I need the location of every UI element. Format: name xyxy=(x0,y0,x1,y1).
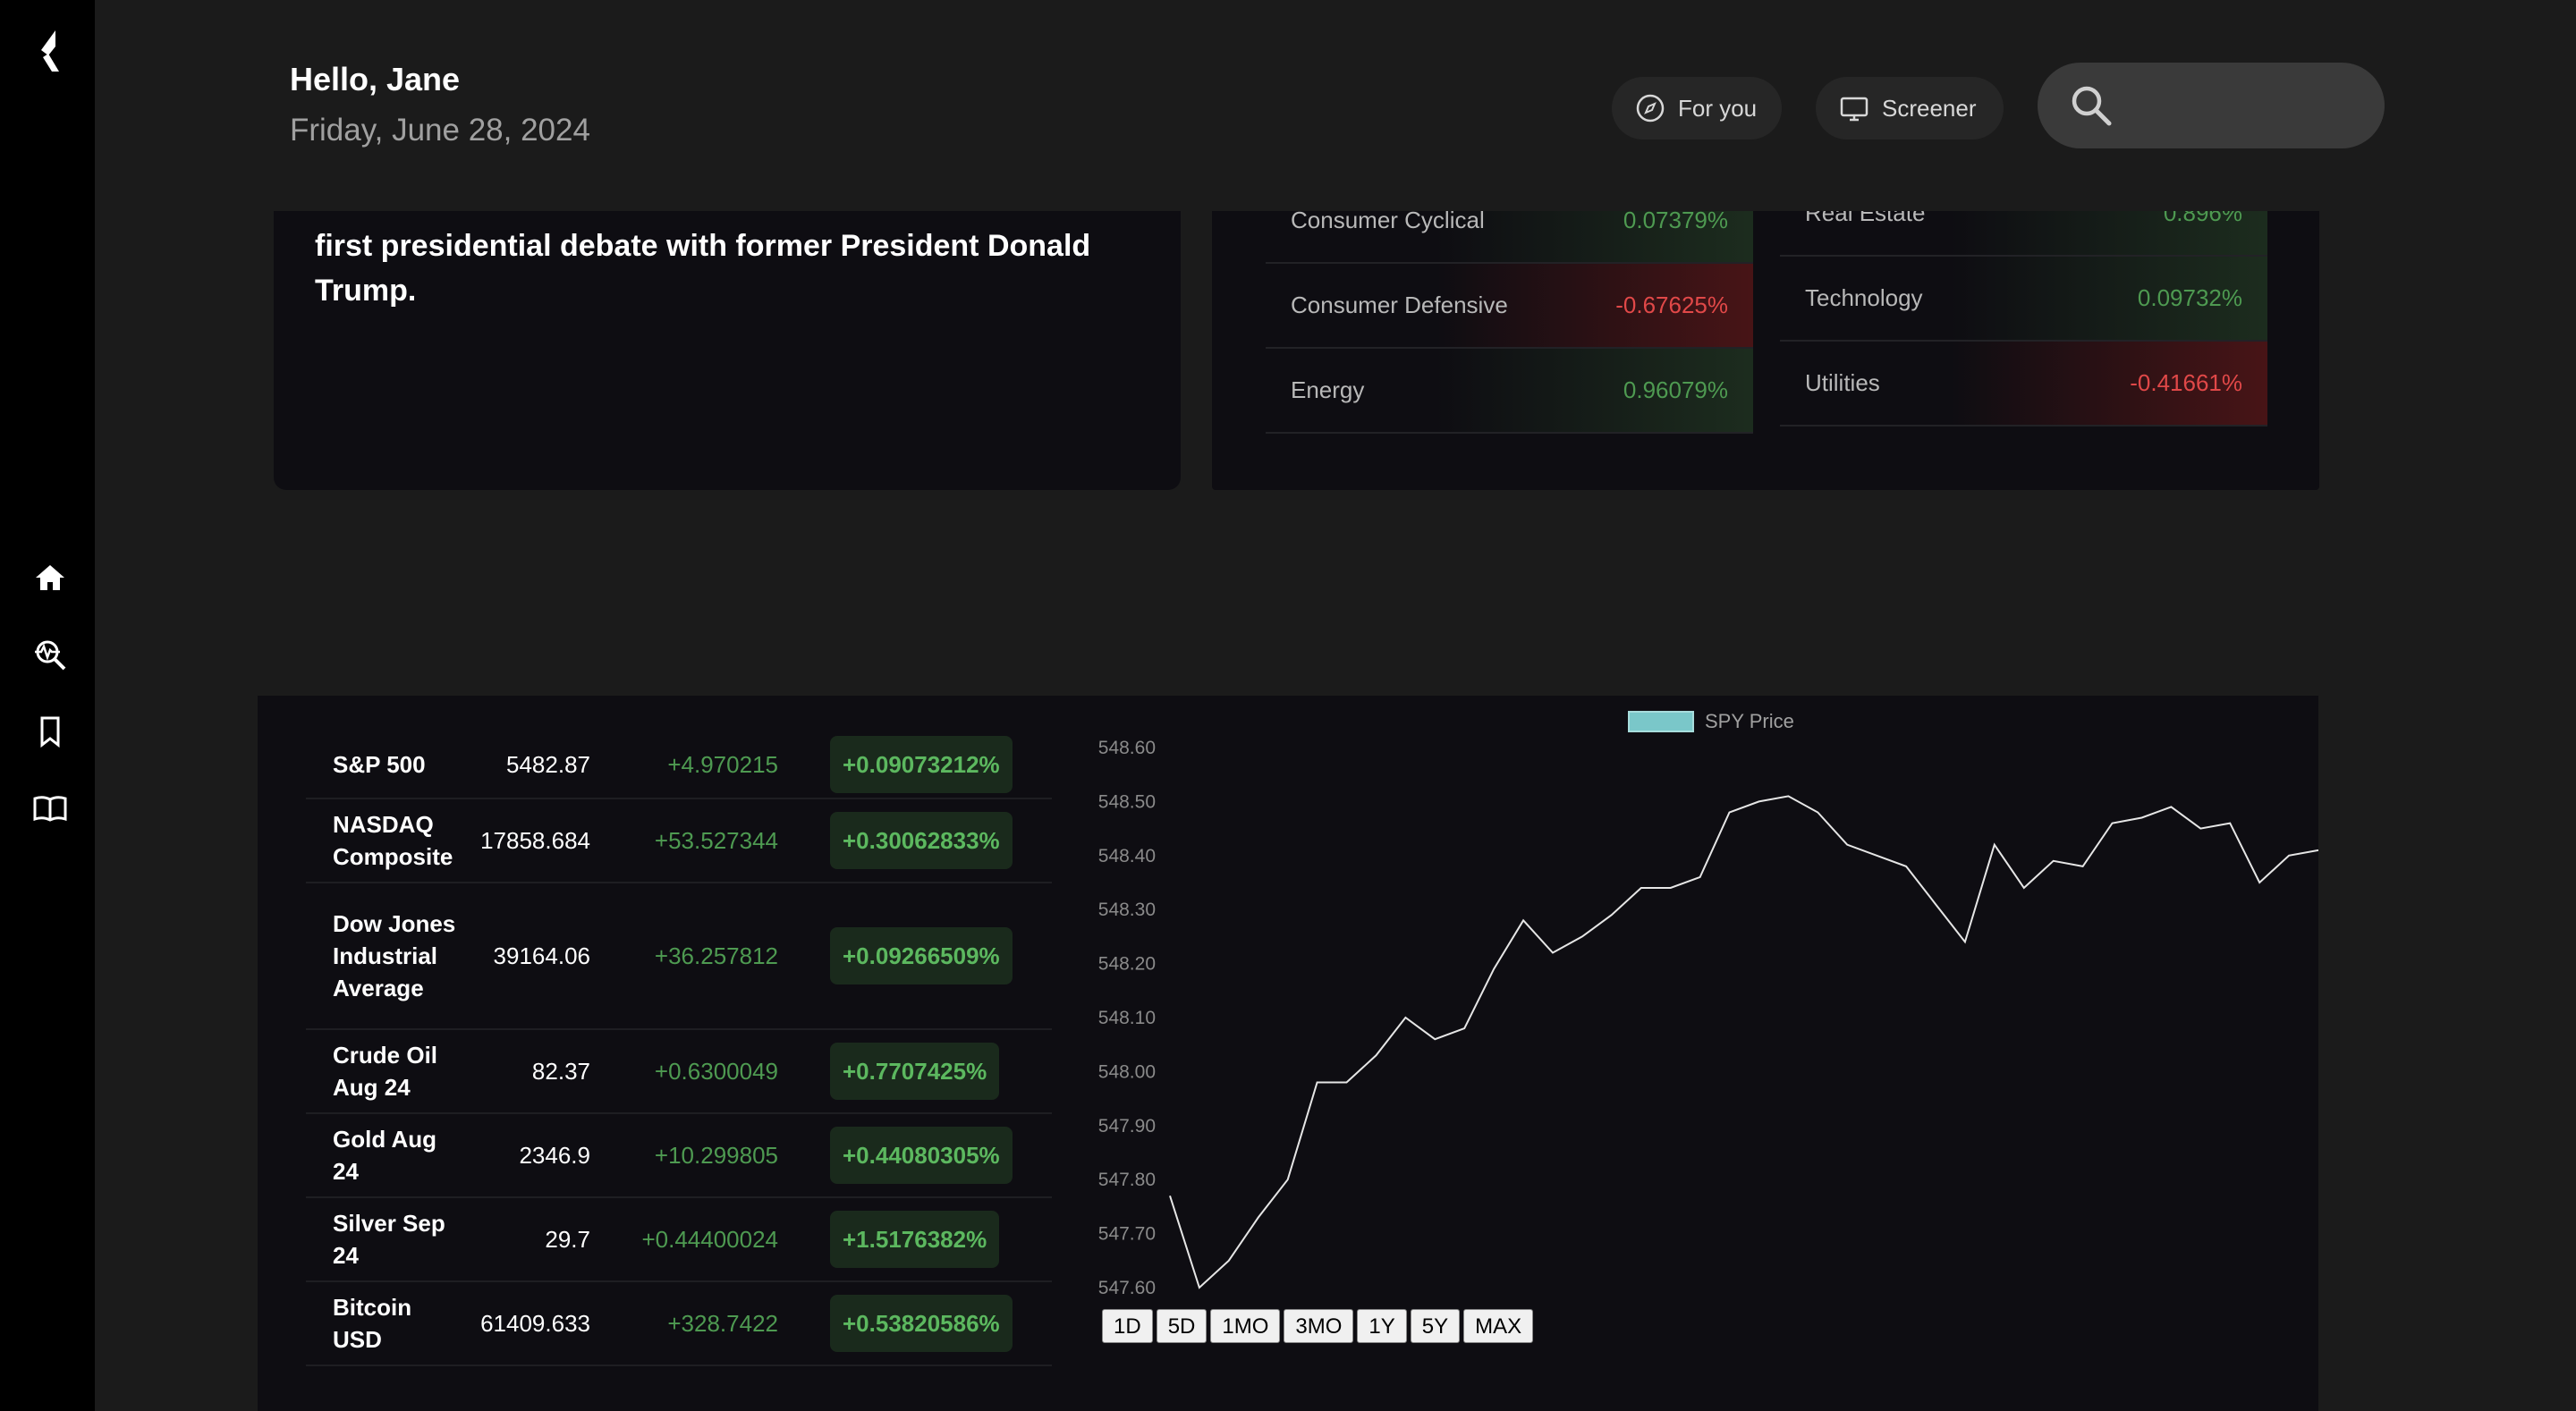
y-tick-label: 548.50 xyxy=(1098,791,1156,812)
news-card[interactable]: first presidential debate with former Pr… xyxy=(274,179,1181,490)
screener-label: Screener xyxy=(1882,94,1977,122)
sector-row[interactable]: Technology 0.09732% xyxy=(1780,257,2267,342)
home-icon[interactable] xyxy=(32,560,68,596)
y-tick-label: 547.80 xyxy=(1098,1170,1156,1190)
range-button-1d[interactable]: 1D xyxy=(1102,1309,1153,1343)
market-percent-badge: +0.44080305% xyxy=(830,1127,1013,1184)
sector-row[interactable]: Utilities -0.41661% xyxy=(1780,342,2267,427)
range-button-max[interactable]: MAX xyxy=(1463,1309,1534,1343)
market-percent-badge: +0.09266509% xyxy=(830,927,1013,984)
current-date: Friday, June 28, 2024 xyxy=(290,113,590,148)
sidebar xyxy=(0,0,95,1411)
spy-price-chart: SPY Price 548.60 548.50 548.40 548.30 548.20… xyxy=(1080,696,2318,1411)
market-name: Dow Jones Industrial Average xyxy=(333,910,456,1001)
range-button-1mo[interactable]: 1MO xyxy=(1210,1309,1281,1343)
sector-name: Technology xyxy=(1805,284,1923,311)
y-tick-label: 548.20 xyxy=(1098,954,1156,975)
app-logo[interactable] xyxy=(36,29,64,75)
market-row[interactable]: S&P 500 5482.87 +4.970215 +0.09073212% xyxy=(306,731,1052,799)
top-header: Hello, Jane Friday, June 28, 2024 For yo… xyxy=(95,0,2576,211)
market-price: 2346.9 xyxy=(519,1141,590,1169)
market-name: Bitcoin USD xyxy=(333,1294,412,1353)
market-price: 61409.633 xyxy=(480,1309,590,1337)
y-tick-label: 548.10 xyxy=(1098,1008,1156,1028)
market-change: +0.6300049 xyxy=(654,1057,778,1085)
sector-column-left: Consumer Cyclical 0.07379% Consumer Defens… xyxy=(1266,179,1753,434)
market-search-icon[interactable] xyxy=(32,637,68,672)
market-change: +53.527344 xyxy=(654,826,778,854)
sector-row[interactable]: Consumer Defensive -0.67625% xyxy=(1266,264,1753,349)
market-change: +4.970215 xyxy=(667,750,778,778)
y-tick-label: 547.70 xyxy=(1098,1224,1156,1245)
market-price: 17858.684 xyxy=(480,826,590,854)
search-input[interactable] xyxy=(2038,63,2385,148)
compass-icon xyxy=(1636,94,1665,123)
sector-change: 0.09732% xyxy=(2137,284,2242,311)
market-percent-badge: +0.7707425% xyxy=(830,1043,1000,1100)
sector-change: -0.41661% xyxy=(2130,369,2242,396)
range-button-5d[interactable]: 5D xyxy=(1156,1309,1208,1343)
sector-performance-card: Consumer Cyclical 0.07379% Consumer Defens… xyxy=(1212,172,2319,490)
book-icon[interactable] xyxy=(32,790,68,826)
chart-canvas: 548.60 548.50 548.40 548.30 548.20 548.10 548.… xyxy=(1098,738,2318,1298)
range-button-3mo[interactable]: 3MO xyxy=(1284,1309,1354,1343)
market-name: Crude Oil Aug 24 xyxy=(333,1042,438,1101)
news-headline: first presidential debate with former Pr… xyxy=(315,229,1091,308)
sector-row[interactable]: Energy 0.96079% xyxy=(1266,349,1753,434)
market-percent-badge: +0.09073212% xyxy=(830,736,1013,793)
sector-name: Utilities xyxy=(1805,369,1880,396)
y-tick-label: 547.90 xyxy=(1098,1116,1156,1136)
market-row[interactable]: NASDAQ Composite 17858.684 +53.527344 +0.30… xyxy=(306,799,1052,883)
for-you-label: For you xyxy=(1678,94,1758,122)
y-tick-label: 548.60 xyxy=(1098,738,1156,758)
spy-price-line[interactable] xyxy=(1169,795,2318,1289)
market-name: NASDAQ Composite xyxy=(333,811,453,870)
sector-name: Consumer Defensive xyxy=(1291,291,1508,318)
market-percent-badge: +0.53820586% xyxy=(830,1295,1013,1352)
y-tick-label: 548.00 xyxy=(1098,1061,1156,1082)
sector-name: Energy xyxy=(1291,376,1365,403)
for-you-button[interactable]: For you xyxy=(1612,77,1782,139)
market-name: Silver Sep 24 xyxy=(333,1210,445,1269)
market-name: Gold Aug 24 xyxy=(333,1126,437,1185)
range-button-1y[interactable]: 1Y xyxy=(1357,1309,1407,1343)
market-price: 39164.06 xyxy=(493,942,590,969)
market-name: S&P 500 xyxy=(333,751,426,778)
market-row[interactable]: Gold Aug 24 2346.9 +10.299805 +0.44080305% xyxy=(306,1114,1052,1198)
bookmark-icon[interactable] xyxy=(32,714,68,749)
market-change: +10.299805 xyxy=(654,1141,778,1169)
monitor-icon xyxy=(1840,97,1868,122)
market-price: 29.7 xyxy=(545,1225,590,1253)
market-table: S&P 500 5482.87 +4.970215 +0.09073212% NASDA… xyxy=(306,731,1052,1366)
market-row[interactable]: Bitcoin USD 61409.633 +328.7422 +0.53820586… xyxy=(306,1282,1052,1366)
market-row[interactable]: Crude Oil Aug 24 82.37 +0.6300049 +0.770742… xyxy=(306,1030,1052,1114)
y-tick-label: 547.60 xyxy=(1098,1278,1156,1298)
market-price: 82.37 xyxy=(531,1057,590,1085)
market-change: +328.7422 xyxy=(667,1309,778,1337)
sector-change: 0.96079% xyxy=(1623,376,1728,403)
search-icon xyxy=(2072,86,2112,126)
market-row[interactable]: Dow Jones Industrial Average 39164.06 +36.… xyxy=(306,883,1052,1030)
market-change: +36.257812 xyxy=(654,942,778,969)
sector-change: -0.67625% xyxy=(1615,291,1728,318)
market-row[interactable]: Silver Sep 24 29.7 +0.44400024 +1.5176382% xyxy=(306,1198,1052,1282)
range-selector: 1D 5D 1MO 3MO 1Y 5Y MAX xyxy=(1102,1309,1534,1343)
market-percent-badge: +1.5176382% xyxy=(830,1211,1000,1268)
market-overview-panel: S&P 500 5482.87 +4.970215 +0.09073212% NASDA… xyxy=(258,696,2318,1411)
y-tick-label: 548.40 xyxy=(1098,846,1156,866)
range-button-5y[interactable]: 5Y xyxy=(1410,1309,1461,1343)
greeting: Hello, Jane xyxy=(290,61,461,97)
market-change: +0.44400024 xyxy=(641,1225,778,1253)
screener-button[interactable]: Screener xyxy=(1816,77,2004,139)
market-price: 5482.87 xyxy=(506,750,590,778)
y-tick-label: 548.30 xyxy=(1098,900,1156,920)
market-percent-badge: +0.30062833% xyxy=(830,812,1013,869)
